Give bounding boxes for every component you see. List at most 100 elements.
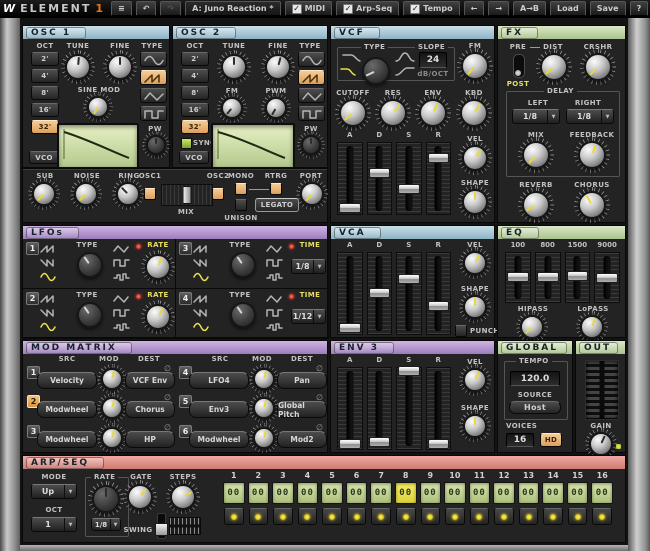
pulse-wave-icon[interactable] (266, 258, 284, 268)
slider-handle[interactable] (369, 168, 391, 178)
lfo4-time-select[interactable]: 1/12 ▼ (291, 309, 326, 324)
step-value-cell[interactable]: 00 (297, 482, 319, 504)
step-enable-button[interactable] (371, 508, 391, 525)
adsr-slider[interactable]: S (396, 356, 422, 450)
gate-knob[interactable] (127, 484, 153, 510)
sine-wave-icon[interactable] (40, 322, 58, 332)
step-enable-button[interactable] (592, 508, 612, 525)
kbd-knob[interactable] (460, 99, 488, 127)
lfo1-type-knob[interactable] (77, 252, 103, 278)
crshr-knob[interactable] (584, 53, 612, 81)
rtrg-button[interactable] (270, 183, 282, 195)
steps-knob[interactable] (170, 484, 196, 510)
step-enable-button[interactable] (249, 508, 269, 525)
tempo-toggle[interactable]: ✓ Tempo (403, 1, 459, 16)
vca-shape-knob[interactable] (463, 295, 487, 319)
triangle-wave-icon[interactable] (113, 244, 131, 254)
redo-button[interactable]: ↷ (160, 1, 181, 16)
checkbox-check-icon[interactable]: ✓ (343, 4, 353, 14)
osc2-saw-wave-button[interactable] (298, 70, 325, 85)
octave-button[interactable]: 16' (31, 103, 59, 117)
step-value-cell[interactable]: 00 (567, 482, 589, 504)
step-value-cell[interactable]: 00 (321, 482, 343, 504)
punch-button[interactable] (455, 325, 467, 337)
step-enable-button[interactable] (396, 508, 416, 525)
saw-up-wave-icon[interactable] (193, 244, 211, 254)
mono-button[interactable] (235, 183, 247, 195)
lowpass-gentle-icon[interactable] (342, 52, 362, 63)
reverb-knob[interactable] (522, 191, 550, 219)
sine-wave-icon[interactable] (193, 272, 211, 282)
delay-left-select[interactable]: 1/8 ▼ (512, 109, 560, 124)
mod-dest-button[interactable]: HP (125, 431, 175, 448)
mixer-osc2-button[interactable] (212, 188, 224, 200)
env3-shape-knob[interactable] (463, 414, 487, 438)
step-value-cell[interactable]: 00 (469, 482, 491, 504)
saw-up-wave-icon[interactable] (40, 294, 58, 304)
osc1-tune-knob[interactable] (65, 54, 91, 80)
step-enable-button[interactable] (322, 508, 342, 525)
osc2-pwm-knob[interactable] (265, 97, 287, 119)
mod-source-button[interactable]: Modwheel (37, 431, 97, 448)
pulse-wave-icon[interactable] (113, 308, 131, 318)
octave-button[interactable]: 2' (31, 52, 59, 66)
eq-band-slider[interactable]: 800 (535, 241, 561, 303)
lfo3-type-knob[interactable] (230, 252, 256, 278)
slope-value-display[interactable]: 24 (419, 52, 447, 68)
slider-track[interactable] (426, 252, 452, 335)
step-value-cell[interactable]: 00 (591, 482, 613, 504)
step-enable-button[interactable] (568, 508, 588, 525)
slider-handle[interactable] (507, 272, 529, 282)
sine-wave-icon[interactable] (193, 322, 211, 332)
mix-slider-handle[interactable] (183, 186, 192, 204)
osc1-pw-knob[interactable] (146, 135, 166, 155)
ring-knob[interactable] (116, 182, 140, 206)
chevron-down-icon[interactable]: ▼ (547, 110, 559, 123)
mod-source-button[interactable]: Modwheel (189, 431, 249, 448)
step-enable-button[interactable] (543, 508, 563, 525)
a-to-b-button[interactable]: A→B (513, 1, 546, 16)
sine-wave-icon[interactable] (40, 272, 58, 282)
step-value-cell[interactable]: 00 (493, 482, 515, 504)
swing-slider-handle[interactable] (155, 523, 168, 536)
lowpass-steep-icon[interactable] (340, 65, 360, 76)
chevron-down-icon[interactable]: ▼ (110, 519, 120, 530)
prev-preset-button[interactable]: ← (464, 1, 485, 16)
saw-down-wave-icon[interactable] (40, 308, 58, 318)
osc1-saw-wave-button[interactable] (140, 70, 167, 85)
adsr-slider[interactable]: R (426, 241, 452, 335)
saw-down-wave-icon[interactable] (193, 308, 211, 318)
slider-track[interactable] (594, 252, 620, 303)
delay-right-select[interactable]: 1/8 ▼ (566, 109, 614, 124)
osc1-vco-button[interactable]: VCO (29, 151, 59, 164)
unison-button[interactable] (235, 199, 247, 211)
slider-track[interactable] (367, 142, 393, 215)
arp-mode-select[interactable]: Up ▼ (31, 484, 77, 499)
chevron-down-icon[interactable]: ▼ (313, 310, 325, 323)
mod-source-button[interactable]: Modwheel (37, 401, 97, 418)
saw-down-wave-icon[interactable] (40, 258, 58, 268)
mod-dest-button[interactable]: Pan (277, 372, 327, 389)
vca-vel-knob[interactable] (463, 251, 487, 275)
sub-knob[interactable] (32, 182, 56, 206)
adsr-slider[interactable]: D (367, 356, 393, 450)
mod-source-button[interactable]: LFO4 (189, 372, 249, 389)
mod-dest-button[interactable]: VCF Env (125, 372, 175, 389)
eq-band-slider[interactable]: 1500 (565, 241, 591, 303)
filter-type-selector-knob[interactable] (362, 57, 390, 85)
mod-source-button[interactable]: Velocity (37, 372, 97, 389)
pre-post-switch[interactable] (513, 54, 525, 78)
legato-button[interactable]: LEGATO (255, 198, 299, 212)
osc1-triangle-wave-button[interactable] (140, 88, 167, 103)
random-wave-icon[interactable] (113, 272, 131, 282)
step-value-cell[interactable]: 00 (518, 482, 540, 504)
slider-handle[interactable] (428, 301, 450, 311)
adsr-slider[interactable]: A (337, 131, 363, 215)
octave-button[interactable]: 16' (181, 103, 209, 117)
env-knob[interactable] (419, 99, 447, 127)
mod-amount-knob[interactable] (101, 427, 123, 449)
slider-track[interactable] (367, 252, 393, 335)
lfo2-rate-knob[interactable] (145, 304, 171, 330)
feedback-knob[interactable] (578, 141, 606, 169)
slider-track[interactable] (337, 367, 363, 450)
